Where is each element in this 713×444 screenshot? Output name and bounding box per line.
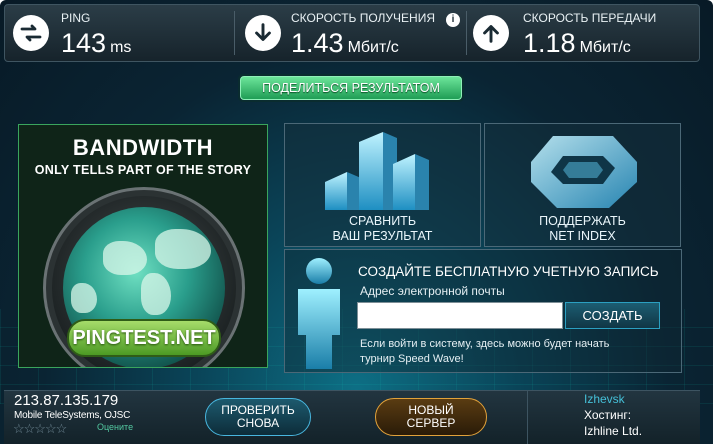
share-button-frame: ПОДЕЛИТЬСЯ РЕЗУЛЬТАТОМ xyxy=(238,74,464,102)
account-note-line2: турнир Speed Wave! xyxy=(360,353,464,365)
rate-label[interactable]: Оцените xyxy=(97,422,133,432)
divider xyxy=(527,390,528,444)
ping-arrows-icon xyxy=(13,15,49,51)
server-city: Izhevsk xyxy=(584,392,625,406)
email-field[interactable] xyxy=(357,302,563,329)
host-name: Izhline Ltd. xyxy=(584,424,643,438)
client-isp: Mobile TeleSystems, OJSC xyxy=(14,410,131,421)
speedtest-app: PING 143 ms СКОРОСТЬ ПОЛУЧЕНИЯ i 1.43 Мбит… xyxy=(0,0,713,444)
account-note-line1: Если войти в систему, здесь можно будет … xyxy=(360,338,610,350)
info-icon[interactable]: i xyxy=(446,13,460,27)
netindex-line2: NET INDEX xyxy=(549,229,616,243)
upload-label: СКОРОСТЬ ПЕРЕДАЧИ xyxy=(523,11,657,25)
create-account-button[interactable]: СОЗДАТЬ xyxy=(565,302,660,329)
upload-arrow-icon xyxy=(473,15,509,51)
net-index-icon xyxy=(531,136,637,208)
results-bar: PING 143 ms СКОРОСТЬ ПОЛУЧЕНИЯ i 1.43 Мбит… xyxy=(4,4,700,62)
retest-button[interactable]: ПРОВЕРИТЬ СНОВА xyxy=(205,398,311,436)
pingtest-logo: PINGTEST.NET xyxy=(67,319,221,357)
client-ip: 213.87.135.179 xyxy=(14,392,119,409)
compare-panel[interactable]: СРАВНИТЬ ВАШ РЕЗУЛЬТАТ xyxy=(284,123,481,247)
new-server-button[interactable]: НОВЫЙ СЕРВЕР xyxy=(375,398,487,436)
download-arrow-icon xyxy=(245,15,281,51)
ping-value: 143 ms xyxy=(61,28,132,58)
account-title: СОЗДАЙТЕ БЕСПЛАТНУЮ УЧЕТНУЮ ЗАПИСЬ xyxy=(358,264,659,279)
upload-value: 1.18 Мбит/с xyxy=(523,28,631,58)
pingtest-ad[interactable]: BANDWIDTH ONLY TELLS PART OF THE STORY P… xyxy=(18,124,268,368)
ad-subtitle: ONLY TELLS PART OF THE STORY xyxy=(34,163,252,177)
upload-stat: СКОРОСТЬ ПЕРЕДАЧИ 1.18 Мбит/с xyxy=(467,5,699,61)
netindex-panel[interactable]: ПОДДЕРЖАТЬ NET INDEX xyxy=(484,123,681,247)
email-label: Адрес электронной почты xyxy=(360,284,505,298)
ping-stat: PING 143 ms xyxy=(5,5,235,61)
download-stat: СКОРОСТЬ ПОЛУЧЕНИЯ i 1.43 Мбит/с xyxy=(235,5,467,61)
download-label: СКОРОСТЬ ПОЛУЧЕНИЯ xyxy=(291,11,436,25)
ad-title: BANDWIDTH xyxy=(72,135,214,160)
download-value: 1.43 Мбит/с xyxy=(291,28,399,58)
person-icon xyxy=(298,258,340,369)
compare-line2: ВАШ РЕЗУЛЬТАТ xyxy=(332,229,433,243)
compare-line1: СРАВНИТЬ xyxy=(348,214,417,228)
share-results-button[interactable]: ПОДЕЛИТЬСЯ РЕЗУЛЬТАТОМ xyxy=(240,76,462,100)
new-server-line2: СЕРВЕР xyxy=(406,416,456,430)
bar-chart-icon xyxy=(325,132,429,210)
rating-stars[interactable]: ☆☆☆☆☆ xyxy=(13,421,67,437)
netindex-line1: ПОДДЕРЖАТЬ xyxy=(539,214,626,228)
ping-label: PING xyxy=(61,11,91,25)
host-label: Хостинг: xyxy=(584,408,632,422)
retest-line2: СНОВА xyxy=(236,416,280,430)
